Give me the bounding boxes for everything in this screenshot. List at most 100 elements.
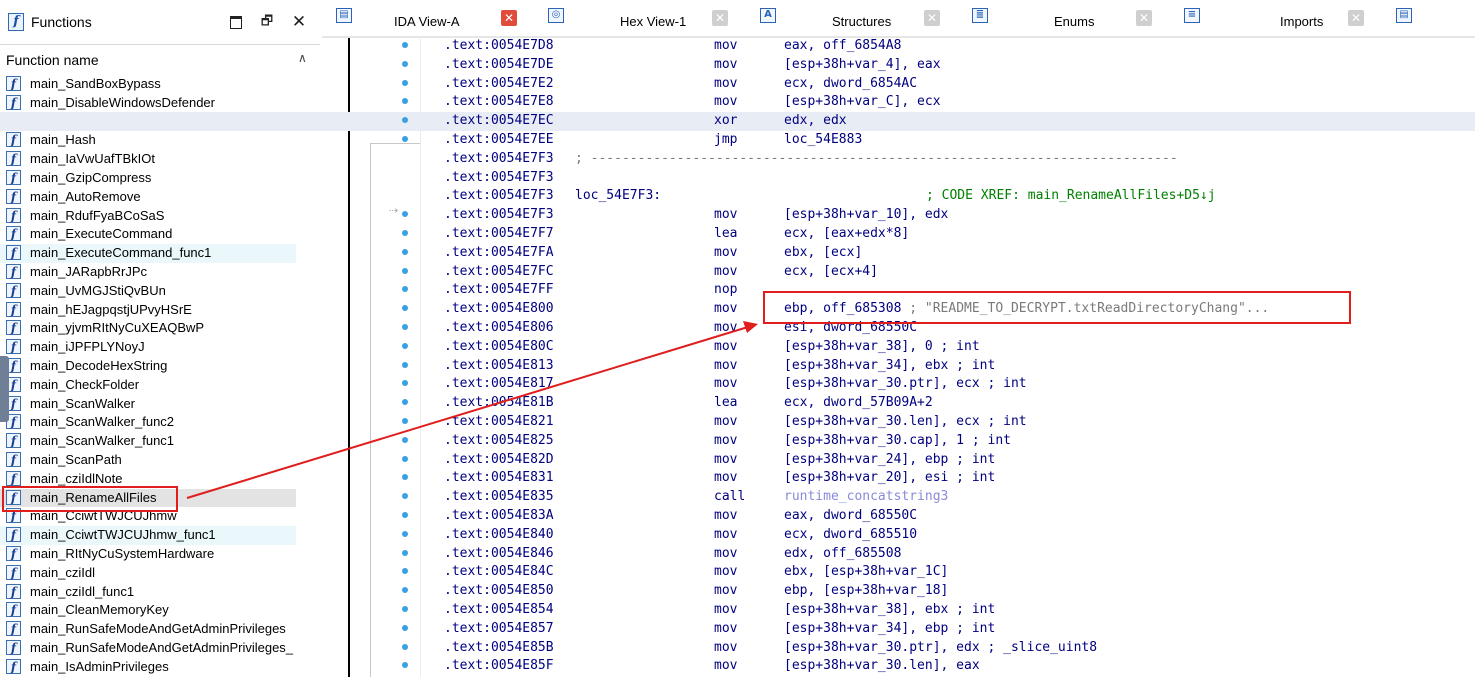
breakpoint-dot-icon[interactable] (402, 399, 408, 406)
code-line[interactable]: .text:0054E817 mov [esp+38h+var_30.ptr], e… (0, 375, 1475, 394)
tab-enums[interactable]: ≣ Enums ✕ (958, 4, 1170, 36)
breakpoint-dot-icon[interactable] (402, 530, 408, 537)
code-line[interactable]: .text:0054E857 mov [esp+38h+var_34], ebp ;… (0, 620, 1475, 639)
code-operands[interactable]: [esp+38h+var_38], ebx ; int (784, 602, 995, 617)
breakpoint-dot-icon[interactable] (402, 323, 408, 330)
breakpoint-dot-icon[interactable] (402, 380, 408, 387)
code-line[interactable]: .text:0054E7EC xor edx, edx (0, 112, 1475, 131)
code-operands[interactable]: eax, dword_68550C (784, 508, 917, 523)
breakpoint-dot-icon[interactable] (402, 455, 408, 462)
breakpoint-dot-icon[interactable] (402, 229, 408, 236)
code-operands[interactable]: [esp+38h+var_24], ebp ; int (784, 452, 995, 467)
code-operands[interactable]: [esp+38h+var_10], edx (784, 207, 948, 222)
code-line[interactable]: .text:0054E821 mov [esp+38h+var_30.len], e… (0, 413, 1475, 432)
code-operands[interactable]: ebp, [esp+38h+var_18] (784, 583, 948, 598)
code-line[interactable]: .text:0054E7F3 (0, 169, 1475, 188)
code-line[interactable]: .text:0054E82D mov [esp+38h+var_24], ebp ;… (0, 451, 1475, 470)
code-line[interactable]: .text:0054E7F3 ; ------------------------… (0, 150, 1475, 169)
code-line[interactable]: .text:0054E80C mov [esp+38h+var_38], 0 ; i… (0, 338, 1475, 357)
tab-ida-view-a[interactable]: ▤ IDA View-A ✕ (322, 4, 534, 36)
breakpoint-dot-icon[interactable] (402, 643, 408, 650)
breakpoint-dot-icon[interactable] (402, 211, 408, 218)
breakpoint-dot-icon[interactable] (402, 568, 408, 575)
code-operands[interactable]: [esp+38h+var_38], 0 ; int (784, 339, 980, 354)
code-operands[interactable]: ebx, [esp+38h+var_1C] (784, 564, 948, 579)
breakpoint-dot-icon[interactable] (402, 493, 408, 500)
code-line[interactable]: .text:0054E850 mov ebp, [esp+38h+var_18] (0, 582, 1475, 601)
code-line[interactable]: .text:0054E7DE mov [esp+38h+var_4], eax (0, 56, 1475, 75)
maximize-icon[interactable] (226, 11, 246, 33)
tab-structures[interactable]: A Structures ✕ (746, 4, 958, 36)
code-operands[interactable]: runtime_concatstring3 (784, 489, 948, 504)
code-operands[interactable]: edx, off_685508 (784, 546, 901, 561)
code-line[interactable]: .text:0054E846 mov edx, off_685508 (0, 545, 1475, 564)
breakpoint-dot-icon[interactable] (402, 474, 408, 481)
code-line[interactable]: .text:0054E83A mov eax, dword_68550C (0, 507, 1475, 526)
tab-close-icon[interactable]: ✕ (712, 10, 728, 26)
code-operands[interactable]: [esp+38h+var_30.len], eax (784, 658, 980, 673)
code-line[interactable]: .text:0054E84C mov ebx, [esp+38h+var_1C] (0, 563, 1475, 582)
breakpoint-dot-icon[interactable] (402, 662, 408, 669)
tab-close-icon[interactable]: ✕ (924, 10, 940, 26)
code-operands[interactable]: edx, edx (784, 113, 847, 128)
breakpoint-dot-icon[interactable] (402, 549, 408, 556)
code-operands[interactable]: ecx, dword_6854AC (784, 76, 917, 91)
breakpoint-dot-icon[interactable] (402, 361, 408, 368)
close-icon[interactable]: ✕ (289, 11, 309, 33)
code-operands[interactable]: [esp+38h+var_30.len], ecx ; int (784, 414, 1027, 429)
code-operands[interactable]: [esp+38h+var_30.cap], 1 ; int (784, 433, 1011, 448)
breakpoint-dot-icon[interactable] (402, 42, 408, 48)
breakpoint-dot-icon[interactable] (402, 135, 408, 142)
breakpoint-dot-icon[interactable] (402, 305, 408, 312)
breakpoint-dot-icon[interactable] (402, 624, 408, 631)
code-operands[interactable]: ecx, [eax+edx*8] (784, 226, 909, 241)
code-operands[interactable]: [esp+38h+var_C], ecx (784, 94, 941, 109)
breakpoint-dot-icon[interactable] (402, 605, 408, 612)
code-line[interactable]: .text:0054E831 mov [esp+38h+var_20], esi ;… (0, 469, 1475, 488)
code-operands[interactable]: ecx, dword_57B09A+2 (784, 395, 933, 410)
code-line[interactable]: .text:0054E813 mov [esp+38h+var_34], ebx ;… (0, 357, 1475, 376)
code-operands[interactable]: loc_54E883 (784, 132, 862, 147)
code-line[interactable]: .text:0054E85F mov [esp+38h+var_30.len], e… (0, 657, 1475, 676)
tab-close-icon[interactable]: ✕ (1136, 10, 1152, 26)
code-line[interactable]: .text:0054E7F3 loc_54E7F3: ; CODE XREF: ma… (0, 187, 1475, 206)
breakpoint-dot-icon[interactable] (402, 342, 408, 349)
code-operands[interactable]: [esp+38h+var_4], eax (784, 57, 941, 72)
breakpoint-dot-icon[interactable] (402, 511, 408, 518)
breakpoint-dot-icon[interactable] (402, 60, 408, 67)
breakpoint-dot-icon[interactable] (402, 248, 408, 255)
code-operands[interactable]: [esp+38h+var_20], esi ; int (784, 470, 995, 485)
code-line[interactable]: .text:0054E7F7 lea ecx, [eax+edx*8] (0, 225, 1475, 244)
breakpoint-dot-icon[interactable] (402, 79, 408, 86)
restore-icon[interactable]: 🗗 (257, 11, 277, 33)
code-line[interactable]: .text:0054E7E2 mov ecx, dword_6854AC (0, 75, 1475, 94)
code-line[interactable]: .text:0054E7D8 mov eax, off_6854A8 (0, 37, 1475, 56)
code-operands[interactable]: [esp+38h+var_30.ptr], ecx ; int (784, 376, 1027, 391)
tab-close-icon[interactable]: ✕ (1348, 10, 1364, 26)
breakpoint-dot-icon[interactable] (402, 267, 408, 274)
code-operands[interactable]: ecx, [ecx+4] (784, 264, 878, 279)
code-line[interactable]: .text:0054E840 mov ecx, dword_685510 (0, 526, 1475, 545)
code-operands[interactable]: [esp+38h+var_34], ebp ; int (784, 621, 995, 636)
code-line[interactable]: .text:0054E825 mov [esp+38h+var_30.cap], 1… (0, 432, 1475, 451)
code-operands[interactable]: eax, off_6854A8 (784, 38, 901, 53)
code-line[interactable]: .text:0054E7F3 mov [esp+38h+var_10], edx (0, 206, 1475, 225)
tab-imports[interactable]: ≡ Imports ✕ (1170, 4, 1382, 36)
code-line[interactable]: .text:0054E854 mov [esp+38h+var_38], ebx ;… (0, 601, 1475, 620)
code-operands[interactable]: ebx, [ecx] (784, 245, 862, 260)
breakpoint-dot-icon[interactable] (402, 436, 408, 443)
tab-close-icon[interactable]: ✕ (501, 10, 517, 26)
code-operands[interactable]: [esp+38h+var_30.ptr], edx ; _slice_uint8 (784, 640, 1097, 655)
code-line[interactable]: .text:0054E7FA mov ebx, [ecx] (0, 244, 1475, 263)
code-line[interactable]: .text:0054E7FC mov ecx, [ecx+4] (0, 263, 1475, 282)
tab-hex-view-1[interactable]: ◎ Hex View-1 ✕ (534, 4, 746, 36)
breakpoint-dot-icon[interactable] (402, 587, 408, 594)
tab-e[interactable]: ▤E (1382, 4, 1475, 36)
breakpoint-dot-icon[interactable] (402, 98, 408, 105)
breakpoint-dot-icon[interactable] (402, 286, 408, 293)
code-operands[interactable]: ecx, dword_685510 (784, 527, 917, 542)
breakpoint-dot-icon[interactable] (402, 417, 408, 424)
code-line[interactable]: .text:0054E835 call runtime_concatstring3 (0, 488, 1475, 507)
code-operands[interactable]: [esp+38h+var_34], ebx ; int (784, 358, 995, 373)
code-line[interactable]: .text:0054E81B lea ecx, dword_57B09A+2 (0, 394, 1475, 413)
